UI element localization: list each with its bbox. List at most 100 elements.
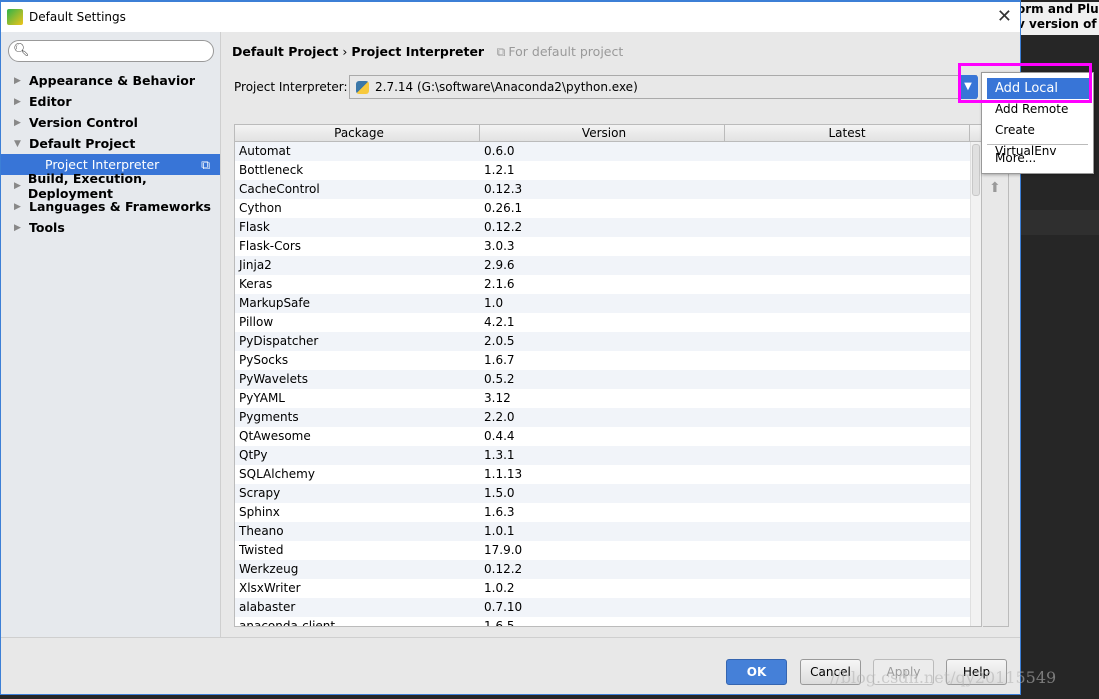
package-version: 4.2.1: [484, 315, 515, 329]
menu-item-add-remote[interactable]: Add Remote: [987, 99, 1090, 120]
chevron-down-icon[interactable]: ▼: [14, 139, 29, 149]
package-version: 3.0.3: [484, 239, 515, 253]
background-band: [1021, 210, 1099, 235]
package-name: Werkzeug: [239, 562, 299, 576]
breadcrumb-current: Project Interpreter: [351, 44, 485, 59]
table-row[interactable]: MarkupSafe 1.0: [235, 294, 981, 313]
table-row[interactable]: CacheControl 0.12.3: [235, 180, 981, 199]
package-latest: [725, 199, 970, 218]
package-version: 1.6.3: [484, 505, 515, 519]
table-row[interactable]: Theano 1.0.1: [235, 522, 981, 541]
sidebar-item-label: Tools: [29, 220, 65, 235]
table-row[interactable]: Pygments 2.2.0: [235, 408, 981, 427]
table-row[interactable]: PySocks 1.6.7: [235, 351, 981, 370]
package-version: 3.12: [484, 391, 511, 405]
package-latest: [725, 579, 970, 598]
package-version: 17.9.0: [484, 543, 523, 557]
package-version: 0.26.1: [484, 201, 523, 215]
chevron-right-icon[interactable]: ▶: [14, 223, 29, 233]
scrollbar[interactable]: [970, 142, 981, 626]
close-icon[interactable]: ✕: [997, 6, 1012, 27]
scrollbar-thumb[interactable]: [972, 144, 980, 196]
package-latest: [725, 389, 970, 408]
package-latest: [725, 522, 970, 541]
sidebar-item-tools[interactable]: ▶ Tools: [1, 217, 220, 238]
sidebar-item-label: Appearance & Behavior: [29, 73, 195, 88]
table-row[interactable]: PyDispatcher 2.0.5: [235, 332, 981, 351]
package-name: QtAwesome: [239, 429, 311, 443]
scope-hint: For default project: [508, 44, 624, 59]
table-row[interactable]: Flask 0.12.2: [235, 218, 981, 237]
package-name: SQLAlchemy: [239, 467, 315, 481]
package-latest: [725, 541, 970, 560]
main-panel: Default Project › Project Interpreter ⧉ For…: [222, 32, 1020, 637]
table-row[interactable]: alabaster 0.7.10: [235, 598, 981, 617]
menu-item-create-virtualenv[interactable]: Create VirtualEnv: [987, 120, 1090, 158]
package-version: 1.0.2: [484, 581, 515, 595]
column-header-latest[interactable]: Latest: [725, 125, 970, 141]
chevron-right-icon[interactable]: ▶: [14, 181, 28, 191]
breadcrumb-separator: ›: [342, 44, 348, 59]
chevron-right-icon[interactable]: ▶: [14, 118, 29, 128]
package-latest: [725, 446, 970, 465]
breadcrumb-parent: Default Project: [232, 44, 339, 59]
package-name: XlsxWriter: [239, 581, 301, 595]
package-version: 1.3.1: [484, 448, 515, 462]
sidebar-item-label: Default Project: [29, 136, 136, 151]
interpreter-select[interactable]: 2.7.14 (G:\software\Anaconda2\python.exe…: [349, 75, 977, 99]
chevron-right-icon[interactable]: ▶: [14, 76, 29, 86]
table-row[interactable]: XlsxWriter 1.0.2: [235, 579, 981, 598]
column-header-version[interactable]: Version: [480, 125, 725, 141]
table-row[interactable]: PyWavelets 0.5.2: [235, 370, 981, 389]
package-version: 1.6.7: [484, 353, 515, 367]
table-row[interactable]: QtPy 1.3.1: [235, 446, 981, 465]
table-row[interactable]: Bottleneck 1.2.1: [235, 161, 981, 180]
package-version: 0.7.10: [484, 600, 523, 614]
search-input[interactable]: 🔍︎: [8, 40, 214, 62]
sidebar-item-build-execution-deployment[interactable]: ▶ Build, Execution, Deployment: [1, 171, 220, 201]
sidebar-item-appearance-behavior[interactable]: ▶ Appearance & Behavior: [1, 70, 220, 91]
table-row[interactable]: Sphinx 1.6.3: [235, 503, 981, 522]
package-name: PyYAML: [239, 391, 285, 405]
sidebar-item-label: Build, Execution, Deployment: [27, 170, 147, 201]
column-header-package[interactable]: Package: [235, 125, 480, 141]
package-name: Twisted: [239, 543, 284, 557]
package-version: 2.1.6: [484, 277, 515, 291]
package-latest: [725, 237, 970, 256]
table-row[interactable]: Werkzeug 0.12.2: [235, 560, 981, 579]
upgrade-arrow-icon[interactable]: ⬆: [989, 180, 1001, 196]
table-row[interactable]: Flask-Cors 3.0.3: [235, 237, 981, 256]
package-version: 1.2.1: [484, 163, 515, 177]
package-latest: [725, 617, 970, 626]
interpreter-settings-button[interactable]: ▼: [958, 75, 978, 99]
package-name: Keras: [239, 277, 273, 291]
package-latest: [725, 275, 970, 294]
table-row[interactable]: Keras 2.1.6: [235, 275, 981, 294]
chevron-right-icon[interactable]: ▶: [14, 202, 29, 212]
package-version: 2.0.5: [484, 334, 515, 348]
table-row[interactable]: Pillow 4.2.1: [235, 313, 981, 332]
sidebar-item-languages-frameworks[interactable]: ▶ Languages & Frameworks: [1, 196, 220, 217]
package-version: 2.2.0: [484, 410, 515, 424]
table-row[interactable]: Scrapy 1.5.0: [235, 484, 981, 503]
package-name: PyDispatcher: [239, 334, 319, 348]
sidebar-item-default-project[interactable]: ▼ Default Project: [1, 133, 220, 154]
ok-button[interactable]: OK: [726, 659, 787, 685]
chevron-right-icon[interactable]: ▶: [14, 97, 29, 107]
package-version: 0.5.2: [484, 372, 515, 386]
table-row[interactable]: Cython 0.26.1: [235, 199, 981, 218]
table-row[interactable]: Twisted 17.9.0: [235, 541, 981, 560]
table-row[interactable]: PyYAML 3.12: [235, 389, 981, 408]
package-name: Cython: [239, 201, 282, 215]
table-row[interactable]: anaconda-client 1.6.5: [235, 617, 981, 626]
table-row[interactable]: QtAwesome 0.4.4: [235, 427, 981, 446]
interpreter-menu: Add Local Add Remote Create VirtualEnv M…: [981, 72, 1094, 174]
sidebar-item-version-control[interactable]: ▶ Version Control: [1, 112, 220, 133]
table-row[interactable]: SQLAlchemy 1.1.13: [235, 465, 981, 484]
table-row[interactable]: Automat 0.6.0: [235, 142, 981, 161]
menu-item-add-local[interactable]: Add Local: [987, 78, 1090, 99]
sidebar-item-editor[interactable]: ▶ Editor: [1, 91, 220, 112]
table-row[interactable]: Jinja2 2.9.6: [235, 256, 981, 275]
package-latest: [725, 294, 970, 313]
packages-table: Package Version Latest Automat 0.6.0 Bottl…: [234, 124, 982, 627]
